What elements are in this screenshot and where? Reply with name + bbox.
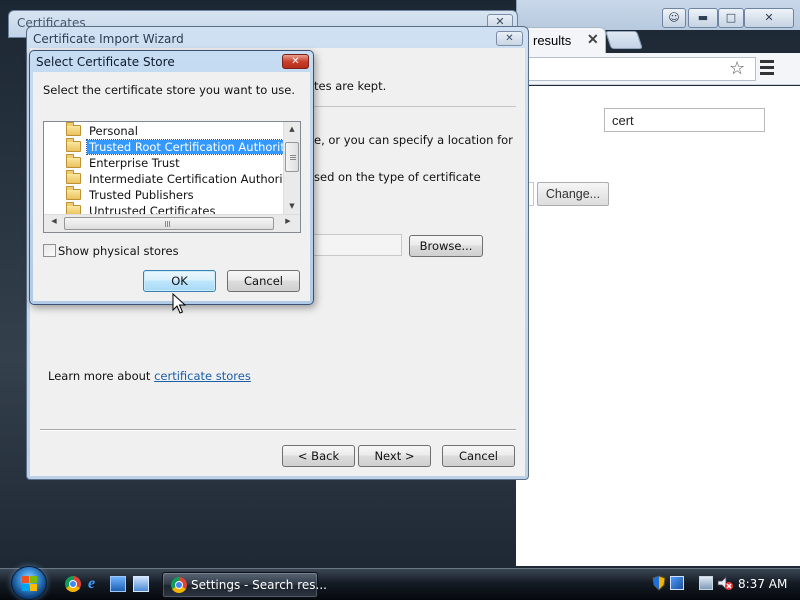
address-bar[interactable]	[516, 57, 756, 81]
taskbar-button-settings[interactable]: Settings - Search res...	[162, 572, 327, 598]
tree-horizontal-scrollbar[interactable]: ◀ ▶	[44, 214, 300, 232]
ok-button[interactable]: OK	[143, 270, 216, 292]
hamburger-menu-icon[interactable]	[760, 60, 774, 76]
scroll-down-icon[interactable]: ▼	[284, 202, 300, 210]
store-item-trusted-root[interactable]: Trusted Root Certification Authorities	[66, 138, 300, 156]
ie-icon[interactable]: e	[88, 576, 104, 592]
scroll-left-icon[interactable]: ◀	[46, 217, 62, 225]
tab-label: results	[533, 33, 572, 48]
store-item-personal[interactable]: Personal	[66, 122, 140, 140]
back-button[interactable]: < Back	[282, 445, 355, 467]
next-button[interactable]: Next >	[358, 445, 431, 467]
windows-flag-icon	[22, 576, 37, 591]
settings-search-input[interactable]: cert	[604, 108, 765, 132]
certificates-fragment: I	[24, 50, 28, 64]
store-item-intermediate[interactable]: Intermediate Certification Authorities	[66, 170, 301, 188]
store-item-label: Trusted Root Certification Authorities	[85, 139, 300, 155]
wizard-footer-divider	[40, 429, 516, 431]
folder-icon	[66, 154, 81, 168]
certificate-stores-link[interactable]: certificate stores	[154, 369, 251, 383]
new-tab-button[interactable]	[605, 31, 643, 49]
chrome-icon[interactable]	[65, 576, 81, 592]
person-icon[interactable]: ☺	[662, 8, 686, 28]
tab-settings-search[interactable]: results ✕	[516, 27, 606, 53]
store-item-enterprise-trust[interactable]: Enterprise Trust	[66, 154, 182, 172]
switch-windows-icon[interactable]	[133, 576, 149, 592]
tree-vertical-scrollbar[interactable]: ▲ ▼	[283, 122, 300, 214]
folder-icon	[66, 170, 81, 184]
taskbar-clock[interactable]: 8:37 AM	[738, 577, 787, 591]
scroll-right-icon[interactable]: ▶	[280, 217, 296, 225]
shield-icon[interactable]	[652, 575, 666, 591]
maximize-icon[interactable]: □	[718, 8, 744, 28]
select-store-title: Select Certificate Store	[36, 55, 175, 69]
certificate-store-field	[314, 234, 402, 256]
wizard-title: Certificate Import Wizard	[33, 32, 184, 46]
wizard-text-location: e, or you can specify a location for	[314, 133, 513, 147]
browse-button[interactable]: Browse...	[409, 235, 483, 257]
start-button[interactable]	[11, 566, 47, 600]
tab-close-icon[interactable]: ✕	[587, 31, 599, 48]
select-store-instruction: Select the certificate store you want to…	[43, 83, 295, 97]
wizard-text-based: sed on the type of certificate	[314, 170, 481, 184]
folder-icon	[66, 138, 81, 152]
select-store-cancel-button[interactable]: Cancel	[227, 270, 300, 292]
wizard-close-icon[interactable]: ✕	[496, 31, 523, 46]
speaker-muted-icon[interactable]	[716, 575, 734, 591]
folder-icon	[66, 122, 81, 136]
learn-more-prefix: Learn more about	[48, 369, 155, 383]
scroll-thumb[interactable]	[285, 142, 299, 172]
wizard-cancel-button[interactable]: Cancel	[442, 445, 515, 467]
show-desktop-icon[interactable]	[110, 576, 126, 592]
mouse-pointer-icon	[172, 293, 186, 314]
scroll-up-icon[interactable]: ▲	[284, 125, 300, 133]
display-icon[interactable]	[699, 576, 713, 590]
folder-icon	[66, 186, 81, 200]
show-physical-stores-label[interactable]: Show physical stores	[58, 244, 179, 258]
store-item-label: Personal	[89, 124, 138, 138]
store-item-label: Intermediate Certification Authorities	[89, 172, 301, 186]
close-icon[interactable]: ✕	[744, 8, 794, 28]
store-item-label: Trusted Publishers	[89, 188, 194, 202]
minimize-icon[interactable]: ▬	[688, 8, 718, 28]
select-store-close-icon[interactable]: ✕	[282, 54, 309, 69]
store-item-trusted-publishers[interactable]: Trusted Publishers	[66, 186, 196, 204]
wizard-text-kept: tes are kept.	[314, 79, 387, 93]
taskbar-button-label: Settings - Search res...	[191, 578, 327, 592]
store-item-label: Enterprise Trust	[89, 156, 180, 170]
chrome-icon	[171, 577, 187, 593]
network-icon[interactable]	[670, 576, 684, 590]
settings-page	[516, 86, 800, 566]
hscroll-thumb[interactable]	[64, 217, 274, 230]
show-physical-stores-checkbox[interactable]	[43, 244, 56, 257]
bookmark-star-icon[interactable]: ☆	[729, 58, 745, 79]
learn-more-text: Learn more about certificate stores	[48, 369, 251, 383]
change-button[interactable]: Change...	[537, 182, 609, 206]
